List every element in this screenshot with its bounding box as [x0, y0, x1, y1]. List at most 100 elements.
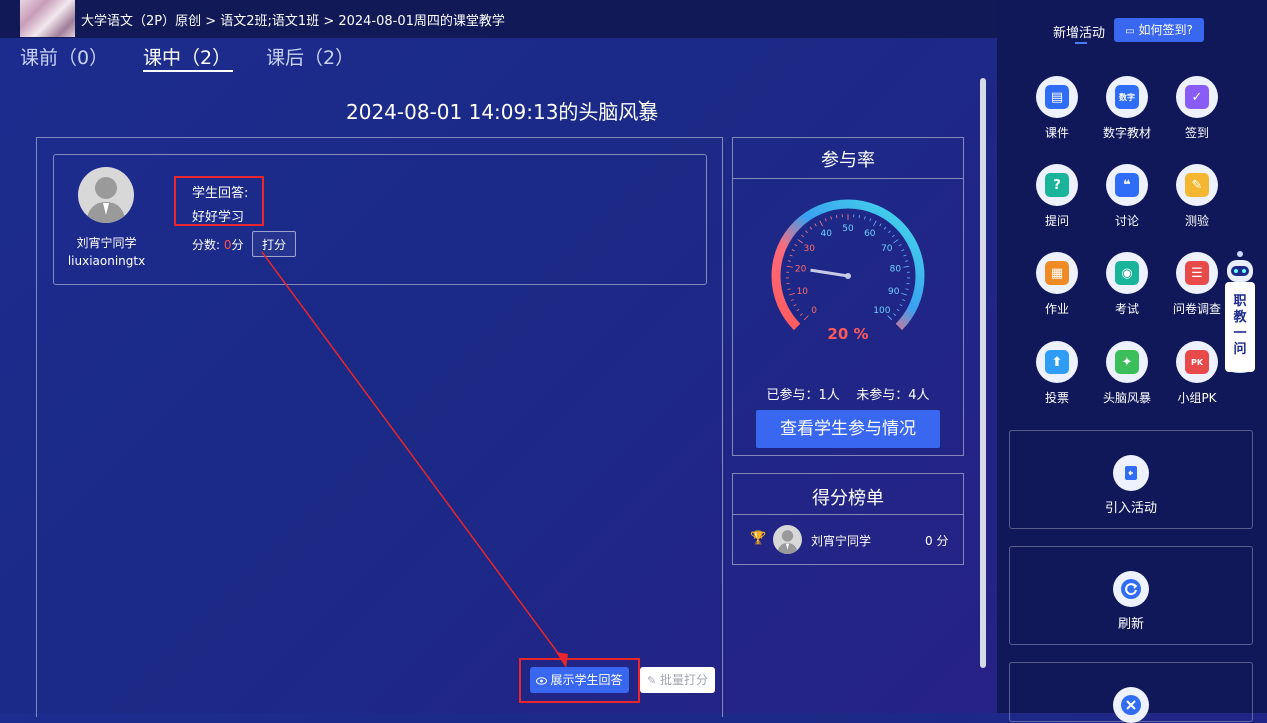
activity-group-pk[interactable]: PK 小组PK [1167, 341, 1227, 406]
howto-label: 如何签到? [1138, 23, 1192, 37]
discussion-icon: ❝ [1106, 164, 1148, 206]
gauge-tick [888, 231, 890, 233]
quiz-icon: ✎ [1176, 164, 1218, 206]
gauge-tick-label: 0 [811, 306, 817, 316]
tab-after-class[interactable]: 课后（2） [266, 43, 354, 70]
course-thumbnail[interactable] [20, 0, 75, 37]
session-title[interactable]: 2024-08-01 14:09:13的头脑风暴 [346, 96, 658, 125]
tab-before-class[interactable]: 课前（0） [20, 43, 108, 70]
batch-grade-button[interactable]: ✎ 批量打分 [640, 667, 715, 693]
chevron-down-icon[interactable] [637, 97, 651, 111]
participation-stats: 已参与：1人 未参与：4人 [733, 384, 963, 403]
exam-icon: ◉ [1106, 252, 1148, 294]
checkin-icon: ✓ [1176, 76, 1218, 118]
activity-checkin[interactable]: ✓ 签到 [1167, 76, 1227, 141]
activity-vote[interactable]: ⬆投票 [1027, 341, 1087, 406]
gauge-tick [904, 255, 907, 256]
gauge-tick [815, 224, 817, 227]
survey-icon: ☰ [1176, 252, 1218, 294]
gauge-tick-label: 60 [864, 229, 876, 239]
gauge-tick [902, 299, 905, 300]
divider [733, 514, 963, 515]
activity-label: 签到 [1167, 124, 1227, 141]
activity-label: 问卷调查 [1167, 300, 1227, 317]
gauge-tick [787, 266, 793, 267]
grade-button[interactable]: 打分 [252, 231, 296, 257]
scrollbar[interactable] [980, 78, 986, 668]
new-activity-indicator [1075, 42, 1087, 44]
robot-assistant-label: 职教一问 [1233, 294, 1247, 358]
ranking-avatar [773, 525, 802, 554]
activity-quiz[interactable]: ✎ 测验 [1167, 164, 1227, 229]
gauge-tick [810, 227, 812, 229]
new-activity-label: 新增活动 [1053, 22, 1105, 41]
activity-label: 作业 [1027, 300, 1087, 317]
activity-courseware[interactable]: ▤课件 [1027, 76, 1087, 141]
gauge-tick [859, 215, 860, 218]
gauge-tick [903, 266, 909, 267]
gauge-tick [893, 314, 895, 316]
trophy-icon: 🏆 [750, 531, 766, 546]
gauge-tick [901, 250, 904, 251]
video-icon: ▭ [1125, 26, 1134, 37]
gauge-tick [794, 304, 797, 305]
activity-label: 小组PK [1167, 389, 1227, 406]
score-label: 分数: [192, 238, 220, 252]
gauge-tick [888, 316, 892, 320]
gauge-tick [820, 221, 823, 226]
howto-checkin-button[interactable]: ▭ 如何签到? [1114, 18, 1204, 42]
gauge-tick [797, 309, 799, 311]
view-participation-button[interactable]: 查看学生参与情况 [756, 410, 940, 448]
gauge-tick [825, 218, 826, 221]
student-name: 刘宵宁同学 [53, 234, 160, 251]
gauge-tick [901, 293, 907, 295]
gauge-tick [792, 250, 795, 251]
student-id: liuxiaoningtx [53, 254, 160, 268]
activity-label: 提问 [1027, 212, 1087, 229]
activity-label: 头脑风暴 [1097, 389, 1157, 406]
gauge-tick [905, 261, 908, 262]
close-activity-button[interactable] [1009, 662, 1253, 722]
gauge-tick [897, 309, 899, 311]
score-row: 分数: 0分 [192, 236, 244, 253]
gauge-tick [804, 316, 808, 320]
gauge-tick [880, 224, 882, 227]
breadcrumb[interactable]: 大学语文（2P）原创 > 语文2班;语文1班 > 2024-08-01周四的课堂… [81, 10, 505, 29]
batch-grade-label: 批量打分 [660, 673, 708, 687]
import-activity-button[interactable]: 引入活动 [1009, 430, 1253, 529]
activity-question[interactable]: ?提问 [1027, 164, 1087, 229]
activity-label: 讨论 [1097, 212, 1157, 229]
gauge-tick [806, 231, 808, 233]
gauge-tick [873, 221, 876, 226]
digital-textbook-icon: 数字 [1106, 76, 1148, 118]
activity-discussion[interactable]: ❝ 讨论 [1097, 164, 1157, 229]
homework-icon: ▦ [1036, 252, 1078, 294]
gauge-tick [789, 293, 795, 295]
ranking-score: 0 分 [925, 532, 948, 549]
activity-label: 数字教材 [1097, 124, 1157, 141]
gauge-tick [900, 304, 903, 305]
brainstorm-icon: ✦ [1106, 341, 1148, 383]
gauge-tick-label: 50 [842, 224, 854, 234]
activity-survey[interactable]: ☰ 问卷调查 [1167, 252, 1227, 317]
participation-gauge: 0102030405060708090100 20 % [762, 194, 934, 354]
import-icon [1113, 455, 1149, 491]
activity-brainstorm[interactable]: ✦ 头脑风暴 [1097, 341, 1157, 406]
activity-label: 测验 [1167, 212, 1227, 229]
activity-digital-textbook[interactable]: 数字数字教材 [1097, 76, 1157, 141]
robot-assistant-panel[interactable]: 职教一问 [1225, 282, 1255, 372]
divider [733, 178, 963, 179]
group-pk-icon: PK [1176, 341, 1218, 383]
activity-homework[interactable]: ▦ 作业 [1027, 252, 1087, 317]
gauge-tick [864, 216, 865, 219]
highlight-box [519, 658, 640, 703]
import-activity-label: 引入活动 [1010, 497, 1252, 516]
gauge-tick [800, 314, 802, 316]
gauge-tick-label: 40 [820, 229, 832, 239]
gauge-tick [798, 240, 803, 244]
refresh-button[interactable]: 刷新 [1009, 546, 1253, 645]
activity-label: 投票 [1027, 389, 1087, 406]
activity-label: 考试 [1097, 300, 1157, 317]
tab-in-class[interactable]: 课中（2） [143, 43, 231, 70]
activity-exam[interactable]: ◉ 考试 [1097, 252, 1157, 317]
